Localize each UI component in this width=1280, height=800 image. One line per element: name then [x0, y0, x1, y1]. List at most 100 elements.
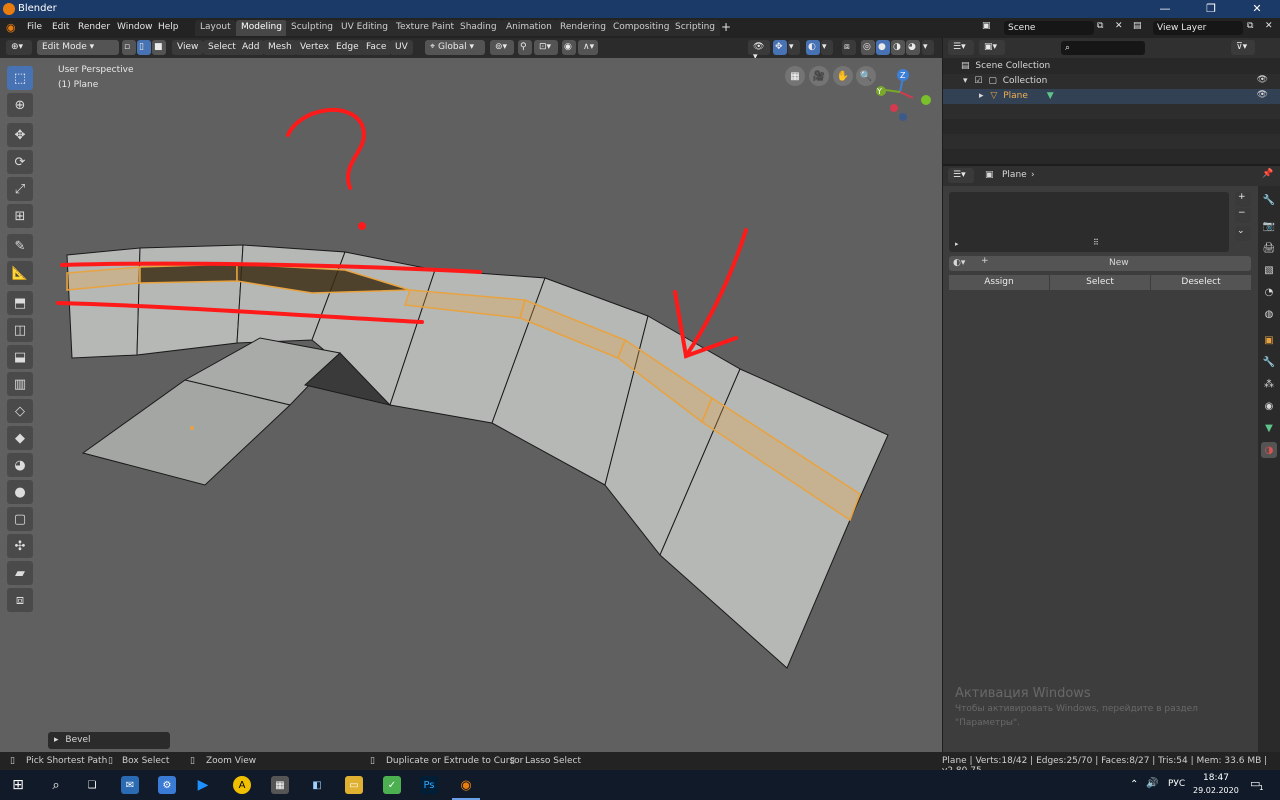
edge-select-icon[interactable]: ▯: [137, 40, 151, 55]
scene-icon[interactable]: ▣: [982, 21, 991, 31]
zoom-view-icon[interactable]: 🔍: [856, 66, 876, 86]
overlay-dropdown-icon[interactable]: ▾: [821, 40, 833, 55]
visibility-icon[interactable]: 👁▾: [748, 40, 770, 62]
object-tab-icon[interactable]: ▣: [1261, 332, 1277, 348]
snap-target-icon[interactable]: ⊡▾: [534, 40, 558, 55]
orientation-dropdown[interactable]: ⌖ Global ▾: [425, 40, 485, 55]
tab-uv-editing[interactable]: UV Editing: [336, 20, 393, 36]
gizmo-dropdown-icon[interactable]: ▾: [788, 40, 800, 55]
pivot-icon[interactable]: ⊚▾: [490, 40, 514, 55]
snap-toggle-icon[interactable]: ⚲: [518, 40, 532, 55]
tab-layout[interactable]: Layout: [195, 20, 236, 36]
proportional-edit-icon[interactable]: ◉: [562, 40, 576, 55]
view-layer-icon[interactable]: ▤: [1133, 21, 1142, 31]
search-icon[interactable]: ⌕: [47, 776, 65, 794]
clock-date[interactable]: 29.02.2020: [1193, 786, 1239, 795]
minimize-button[interactable]: —: [1142, 2, 1188, 15]
new-material-plus-icon[interactable]: +: [981, 256, 989, 266]
3d-viewport[interactable]: User Perspective (1) Plane Z Y ⬚ ⊕ ✥ ⟳ ⤢…: [0, 58, 942, 752]
windows-start-icon[interactable]: ⊞: [9, 776, 27, 794]
outliner-row-collection[interactable]: ▾ ☑ ▢ Collection 👁: [943, 74, 1280, 89]
shrink-fatten-tool-icon[interactable]: ✣: [7, 534, 33, 558]
tab-texture-paint[interactable]: Texture Paint: [391, 20, 460, 36]
list-expand-icon[interactable]: ▸: [955, 240, 959, 248]
add-workspace-button[interactable]: +: [721, 20, 731, 34]
material-browse-icon[interactable]: ◐▾: [953, 258, 965, 268]
language-indicator[interactable]: РУС: [1168, 779, 1185, 789]
mail-app-icon[interactable]: ✉: [121, 776, 139, 794]
new-material-button[interactable]: New: [1109, 258, 1129, 268]
rendered-shading-icon[interactable]: ◕: [906, 40, 920, 55]
physics-tab-icon[interactable]: ◉: [1261, 398, 1277, 414]
overlay-toggle-icon[interactable]: ◐: [806, 40, 820, 55]
menu-uv[interactable]: UV: [390, 40, 413, 55]
xray-toggle-icon[interactable]: ⧈: [842, 40, 856, 55]
collection-visibility-icon[interactable]: 👁: [1257, 75, 1268, 85]
tab-rendering[interactable]: Rendering: [555, 20, 611, 36]
bevel-tool-icon[interactable]: ⬓: [7, 345, 33, 369]
scene-close-icon[interactable]: ✕: [1115, 21, 1123, 31]
annotate-tool-icon[interactable]: ✎: [7, 234, 33, 258]
menu-edit[interactable]: Edit: [52, 22, 69, 32]
pin-icon[interactable]: 📌: [1262, 169, 1273, 179]
display-mode-icon[interactable]: ▣▾: [979, 40, 1005, 55]
menu-select[interactable]: Select: [203, 40, 241, 55]
blender-menu-icon[interactable]: ◉: [6, 21, 16, 34]
view-layer-copy-icon[interactable]: ⧉: [1247, 21, 1253, 31]
face-select-icon[interactable]: ■: [152, 40, 166, 55]
scene-copy-icon[interactable]: ⧉: [1097, 21, 1103, 31]
filter-icon[interactable]: ⊽▾: [1231, 40, 1255, 55]
cursor-tool-icon[interactable]: ⊕: [7, 93, 33, 117]
file-explorer-icon[interactable]: ▭: [345, 776, 363, 794]
plane-visibility-icon[interactable]: 👁: [1257, 90, 1268, 100]
photoshop-icon[interactable]: Ps: [420, 776, 438, 794]
tool-tab-icon[interactable]: 🔧: [1261, 192, 1277, 208]
solid-shading-icon[interactable]: ●: [876, 40, 890, 55]
select-box-tool-icon[interactable]: ⬚: [7, 66, 33, 90]
scene-tab-icon[interactable]: ◔: [1261, 284, 1277, 300]
edge-slide-tool-icon[interactable]: ▢: [7, 507, 33, 531]
output-tab-icon[interactable]: 🖨: [1261, 240, 1277, 256]
tab-animation[interactable]: Animation: [501, 20, 557, 36]
clock-time[interactable]: 18:47: [1203, 773, 1229, 783]
avast-app-icon[interactable]: A: [233, 776, 251, 794]
rotate-tool-icon[interactable]: ⟳: [7, 150, 33, 174]
poly-build-tool-icon[interactable]: ◆: [7, 426, 33, 450]
outliner-search-input[interactable]: ⌕: [1061, 41, 1145, 55]
shading-dropdown-icon[interactable]: ▾: [922, 40, 934, 55]
editor-type-icon[interactable]: ⊕▾: [6, 40, 32, 55]
deselect-button[interactable]: Deselect: [1151, 275, 1251, 290]
menu-face[interactable]: Face: [361, 40, 392, 55]
green-app-icon[interactable]: ✓: [383, 776, 401, 794]
mode-dropdown[interactable]: Edit Mode ▾: [37, 40, 119, 55]
transform-tool-icon[interactable]: ⊞: [7, 204, 33, 228]
view-layer-tab-icon[interactable]: ▧: [1261, 262, 1277, 278]
menu-file[interactable]: File: [27, 22, 42, 32]
task-view-icon[interactable]: ❏: [83, 776, 101, 794]
smooth-tool-icon[interactable]: ●: [7, 480, 33, 504]
menu-window[interactable]: Window: [117, 22, 153, 32]
mesh-data-tab-icon[interactable]: ▼: [1261, 420, 1277, 436]
move-tool-icon[interactable]: ✥: [7, 123, 33, 147]
particles-tab-icon[interactable]: ⁂: [1261, 376, 1277, 392]
remove-slot-button[interactable]: −: [1235, 208, 1251, 223]
spin-tool-icon[interactable]: ◕: [7, 453, 33, 477]
render-tab-icon[interactable]: 📷: [1261, 218, 1277, 234]
last-operator-panel[interactable]: ▸ Bevel: [48, 732, 170, 749]
vertex-select-icon[interactable]: ▫: [122, 40, 136, 55]
mesh-data-icon[interactable]: ▼: [1047, 91, 1054, 101]
menu-view[interactable]: View: [172, 40, 204, 55]
knife-tool-icon[interactable]: ◇: [7, 399, 33, 423]
collection-expand-icon[interactable]: ▾: [963, 76, 968, 86]
material-tab-icon[interactable]: ◑: [1261, 442, 1277, 458]
close-button[interactable]: ✕: [1234, 2, 1280, 15]
menu-help[interactable]: Help: [158, 22, 179, 32]
tab-shading[interactable]: Shading: [455, 20, 502, 36]
mesh-canvas[interactable]: Z Y Активация Windows: [0, 58, 942, 752]
view-layer-close-icon[interactable]: ✕: [1265, 21, 1273, 31]
camera-icon[interactable]: 🎥: [809, 66, 829, 86]
modifier-tab-icon[interactable]: 🔧: [1261, 354, 1277, 370]
outliner-row-plane[interactable]: ▸ ▽ Plane ▼ 👁: [943, 89, 1280, 104]
loop-cut-tool-icon[interactable]: ▥: [7, 372, 33, 396]
tray-overflow-icon[interactable]: ⌃: [1130, 779, 1138, 790]
